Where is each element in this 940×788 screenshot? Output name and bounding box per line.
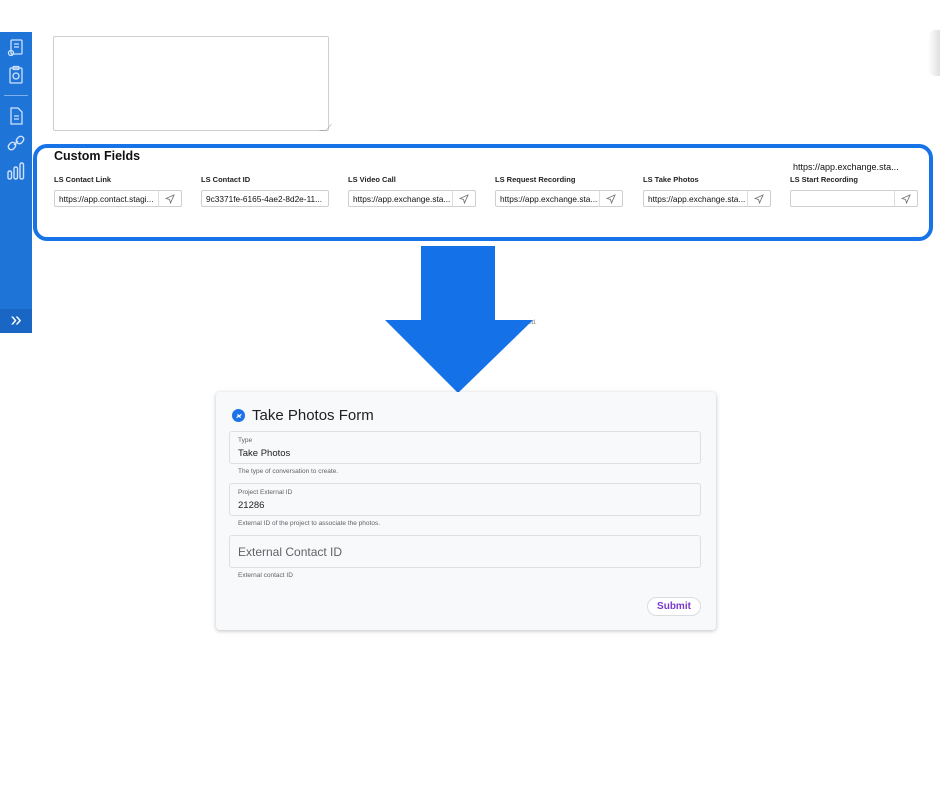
- project-external-id-label: Project External ID: [238, 489, 293, 496]
- field-input[interactable]: 9c3371fe-6165-4ae2-8d2e-11...: [201, 190, 329, 207]
- external-contact-id-field[interactable]: External Contact ID: [229, 535, 701, 568]
- field-label: LS Request Recording: [495, 175, 576, 184]
- clipboard-icon[interactable]: [6, 65, 26, 85]
- external-contact-id-placeholder[interactable]: External Contact ID: [238, 545, 342, 559]
- field-input[interactable]: https://app.contact.stagi...: [54, 190, 182, 207]
- type-label: Type: [238, 437, 253, 444]
- field-label: LS Contact Link: [54, 175, 112, 184]
- custom-field-ls-contact-link: LS Contact Link https://app.contact.stag…: [54, 175, 182, 207]
- project-helper-text: External ID of the project to associate …: [238, 520, 380, 527]
- bar-chart-icon[interactable]: [6, 161, 26, 181]
- field-input[interactable]: https://app.exchange.sta...: [643, 190, 771, 207]
- field-label: LS Contact ID: [201, 175, 251, 184]
- form-header: Take Photos Form: [232, 407, 374, 424]
- type-field[interactable]: Type Take Photos: [229, 431, 701, 464]
- link-icon[interactable]: [6, 133, 26, 153]
- field-label: LS Video Call: [348, 175, 396, 184]
- form-title: Take Photos Form: [252, 407, 374, 424]
- field-value[interactable]: 9c3371fe-6165-4ae2-8d2e-11...: [202, 194, 328, 204]
- field-label: LS Start Recording: [790, 175, 858, 184]
- field-value[interactable]: https://app.exchange.sta...: [644, 194, 747, 204]
- custom-field-ls-request-recording: LS Request Recording https://app.exchang…: [495, 175, 623, 207]
- sidebar: »: [0, 32, 32, 333]
- custom-field-ls-start-recording: LS Start Recording: [790, 175, 918, 207]
- navigate-arrow-icon[interactable]: [452, 191, 475, 206]
- list-icon[interactable]: [6, 38, 26, 58]
- field-value[interactable]: https://app.exchange.sta...: [496, 194, 599, 204]
- down-arrow-icon: [385, 246, 533, 393]
- field-input[interactable]: [790, 190, 918, 207]
- type-value[interactable]: Take Photos: [238, 448, 290, 459]
- edge-shadow: [928, 30, 940, 76]
- sidebar-expand-button[interactable]: »: [0, 309, 32, 333]
- submit-button[interactable]: Submit: [647, 597, 701, 616]
- navigate-arrow-icon[interactable]: [894, 191, 917, 206]
- field-input[interactable]: https://app.exchange.sta...: [348, 190, 476, 207]
- navigate-arrow-icon[interactable]: [747, 191, 770, 206]
- navigate-arrow-icon[interactable]: [158, 191, 181, 206]
- custom-field-ls-contact-id: LS Contact ID 9c3371fe-6165-4ae2-8d2e-11…: [201, 175, 329, 207]
- notes-textarea[interactable]: [53, 36, 329, 131]
- contact-helper-text: External contact ID: [238, 572, 293, 579]
- field-value[interactable]: https://app.exchange.sta...: [349, 194, 452, 204]
- field-input[interactable]: https://app.exchange.sta...: [495, 190, 623, 207]
- custom-field-overflow-value: https://app.exchange.sta...: [793, 162, 899, 172]
- app-logo-icon: [232, 409, 245, 422]
- document-icon[interactable]: [6, 106, 26, 126]
- custom-fields-title: Custom Fields: [54, 149, 141, 163]
- project-external-id-value[interactable]: 21286: [238, 500, 264, 511]
- sidebar-divider: [4, 95, 28, 96]
- custom-field-ls-video-call: LS Video Call https://app.exchange.sta..…: [348, 175, 476, 207]
- field-label: LS Take Photos: [643, 175, 699, 184]
- type-helper-text: The type of conversation to create.: [238, 468, 339, 475]
- navigate-arrow-icon[interactable]: [599, 191, 622, 206]
- custom-field-ls-take-photos: LS Take Photos https://app.exchange.sta.…: [643, 175, 771, 207]
- project-external-id-field[interactable]: Project External ID 21286: [229, 483, 701, 516]
- field-value[interactable]: https://app.contact.stagi...: [55, 194, 158, 204]
